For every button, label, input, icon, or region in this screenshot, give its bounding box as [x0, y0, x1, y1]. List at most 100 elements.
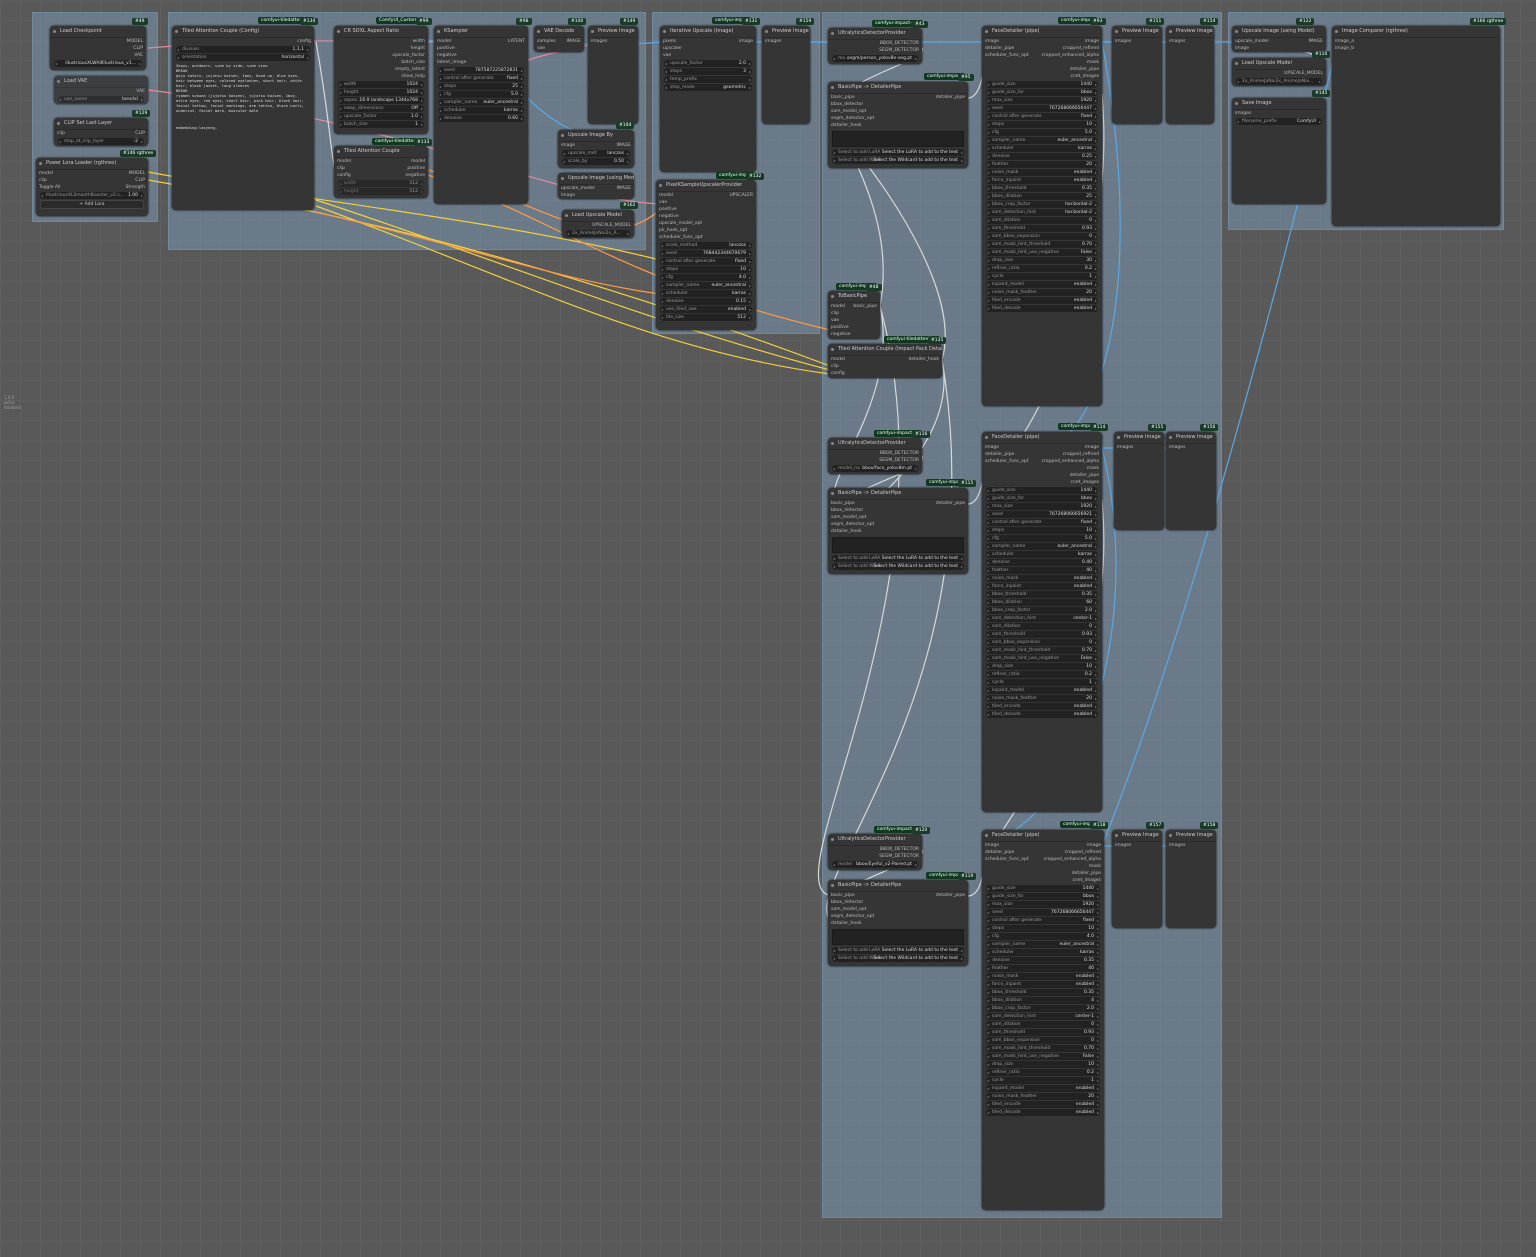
widget-sam-dilation[interactable]: sam_dilation 0 [986, 623, 1098, 630]
output-image[interactable]: image [1085, 444, 1099, 451]
input-image-a[interactable]: image_a [1335, 38, 1354, 45]
node-title[interactable]: BasicPipe -> DetailerPipe [828, 880, 968, 892]
input-positive[interactable]: positive [659, 206, 677, 213]
output-detailer-pipe[interactable]: detailer_pipe [1070, 66, 1099, 73]
input-detailer-pipe[interactable]: detailer_pipe [985, 849, 1014, 856]
toggle-all[interactable]: Toggle All [39, 184, 60, 191]
scale-by-widget[interactable]: scale_by0.50 [562, 158, 630, 165]
tiled-attention-impact-node[interactable]: Tiled Attention Couple (Impact Pack Deta… [828, 344, 942, 378]
output-clip[interactable]: CLIP [135, 177, 145, 184]
wildcard-textarea[interactable] [832, 537, 964, 553]
node-title[interactable]: Preview Image [1112, 830, 1162, 842]
input-vae[interactable]: vae [537, 45, 545, 52]
input-upscale-model[interactable]: upscale_model [1235, 38, 1269, 45]
input-images[interactable]: images [1117, 444, 1133, 451]
widget-seed[interactable]: seed 767268066656921 [986, 511, 1098, 518]
load-upscale-model-node[interactable]: Load Upscale Model UPSCALE_MODEL 2x_Anim… [562, 210, 634, 238]
output-clip[interactable]: CLIP [133, 45, 143, 52]
model-name-widget[interactable]: 2x_AnimeJaNai2x_AnimeJaNai... [1236, 78, 1322, 85]
widget-bbox-threshold[interactable]: bbox_threshold 0.35 [986, 989, 1100, 996]
preview-image-node[interactable]: Preview Image images [1112, 26, 1162, 124]
input-images[interactable]: images [1235, 110, 1251, 117]
preview-image-node[interactable]: Preview Image images [1114, 432, 1164, 530]
output-mask[interactable]: mask [1089, 863, 1101, 870]
output-cropped-enhanced-alpha[interactable]: cropped_enhanced_alpha [1042, 52, 1099, 59]
widget-sam-mask-hint-threshold[interactable]: sam_mask_hint_threshold 0.70 [986, 647, 1098, 654]
tile-size-widget[interactable]: tile_size512 [660, 314, 752, 321]
widget-cfg[interactable]: cfg 5.0 [986, 535, 1098, 542]
node-title[interactable]: Preview Image [1166, 830, 1216, 842]
widget-sam-bbox-expansion[interactable]: sam_bbox_expansion 0 [986, 1037, 1100, 1044]
output-segm-detector[interactable]: SEGM_DETECTOR [879, 853, 919, 860]
output-cnet-images[interactable]: cnet_images [1071, 479, 1099, 486]
widget-denoise[interactable]: denoise 0.40 [986, 559, 1098, 566]
positive-prompt-textarea[interactable]: 2boys, outdoors, side by side, side view… [176, 63, 310, 123]
output-cnet-images[interactable]: cnet_images [1073, 877, 1101, 884]
widget-sampler-name[interactable]: sampler_name euler_ancestral [986, 941, 1100, 948]
tiled-attention-config-node[interactable]: Tiled Attention Couple (Config) config d… [172, 26, 314, 210]
widget-sam-mask-hint-use-negative[interactable]: sam_mask_hint_use_negative False [986, 1053, 1100, 1060]
input-clip[interactable]: clip [337, 165, 345, 172]
widget-cycle[interactable]: cycle 1 [986, 679, 1098, 686]
widget-cycle[interactable]: cycle 1 [986, 1077, 1100, 1084]
scale-method-widget[interactable]: scale_methodlanczos [660, 242, 752, 249]
negative-prompt-textarea[interactable]: embedding:lazyneg, [176, 125, 310, 165]
widget-sam-threshold[interactable]: sam_threshold 0.93 [986, 631, 1098, 638]
output-detailer-pipe[interactable]: detailer_pipe [1070, 472, 1099, 479]
basicpipe-to-detailerpipe-node[interactable]: BasicPipe -> DetailerPipe basic_pipe deta… [828, 880, 968, 966]
node-title[interactable]: Load Upscale Model [562, 210, 634, 222]
to-basic-pipe-node[interactable]: ToBasicPipe model basic_pipe clip vae pos… [828, 291, 880, 339]
input-basic-pipe[interactable]: basic_pipe [831, 94, 855, 101]
widget-noise-mask-feather[interactable]: noise_mask_feather 20 [986, 695, 1098, 702]
node-title[interactable]: FaceDetailer (pipe) [982, 26, 1102, 38]
output-detailer-hook[interactable]: detailer_hook [909, 356, 939, 363]
output-vae[interactable]: VAE [136, 88, 145, 95]
input-detailer-pipe[interactable]: detailer_pipe [985, 451, 1014, 458]
output-upscaler[interactable]: UPSCALER [729, 192, 753, 199]
ultralytics-detector-node[interactable]: UltralyticsDetectorProvider BBOX_DETECTO… [828, 28, 922, 64]
widget-sam-threshold[interactable]: sam_threshold 0.93 [986, 225, 1098, 232]
output-image[interactable]: IMAGE [616, 185, 631, 192]
widget-sam-dilation[interactable]: sam_dilation 0 [986, 1021, 1100, 1028]
widget-control-after-generate[interactable]: control after generate fixed [986, 113, 1098, 120]
widget-sam-detection-hint[interactable]: sam_detection_hint center-1 [986, 1013, 1100, 1020]
node-title[interactable]: FaceDetailer (pipe) [982, 432, 1102, 444]
batch-size-widget[interactable]: batch_size1 [338, 121, 424, 128]
input-clip[interactable]: clip [39, 177, 47, 184]
save-image-node[interactable]: Save Image images filename_prefixComfyUI [1232, 98, 1326, 204]
ultralytics-detector-node[interactable]: UltralyticsDetectorProvider BBOX_DETECTO… [828, 834, 922, 870]
input-image[interactable]: image [1235, 45, 1249, 52]
widget-cfg[interactable]: cfg 4.0 [986, 933, 1100, 940]
output-upscale-model[interactable]: UPSCALE_MODEL [1284, 70, 1323, 77]
steps-widget[interactable]: steps10 [660, 266, 752, 273]
input-negative[interactable]: negative [831, 331, 851, 338]
scheduler-widget[interactable]: schedulerkarras [438, 107, 524, 114]
input-detailer-hook[interactable]: detailer_hook [831, 528, 861, 535]
widget-sam-mask-hint-use-negative[interactable]: sam_mask_hint_use_negative False [986, 655, 1098, 662]
widget-sam-detection-hint[interactable]: sam_detection_hint horizontal-2 [986, 209, 1098, 216]
input-vae[interactable]: vae [663, 52, 671, 59]
widget-feather[interactable]: feather 40 [986, 965, 1100, 972]
widget-bbox-crop-factor[interactable]: bbox_crop_factor 2.0 [986, 607, 1098, 614]
output-bbox-detector[interactable]: BBOX_DETECTOR [880, 846, 919, 853]
widget-force-inpaint[interactable]: force_inpaint enabled [986, 583, 1098, 590]
select-lora-widget[interactable]: Select to add LoRASelect the LoRA to add… [832, 947, 964, 954]
widget-bbox-crop-factor[interactable]: bbox_crop_factor horizontal-2 [986, 201, 1098, 208]
orientation-widget[interactable]: orientationhorizontal [176, 54, 310, 61]
widget-sampler-name[interactable]: sampler_name euler_ancestral [986, 137, 1098, 144]
load-vae-node[interactable]: Load VAE VAE vae_nametaesdxl [54, 76, 148, 104]
node-title[interactable]: PixelKSampleUpscalerProvider [656, 180, 756, 192]
widget-noise-mask[interactable]: noise_mask enabled [986, 169, 1098, 176]
input-image[interactable]: image [985, 842, 999, 849]
input-bbox-detector[interactable]: bbox_detector [831, 899, 863, 906]
widget-tiled-decode[interactable]: tiled_decode enabled [986, 1109, 1100, 1116]
height-widget[interactable]: height512 [338, 188, 424, 195]
widget-force-inpaint[interactable]: force_inpaint enabled [986, 177, 1098, 184]
wildcard-textarea[interactable] [832, 929, 964, 945]
input-upscale-model[interactable]: upscale_model [561, 185, 595, 192]
input-detailer-hook[interactable]: detailer_hook [831, 122, 861, 129]
ultralytics-detector-node[interactable]: UltralyticsDetectorProvider BBOX_DETECTO… [828, 438, 922, 474]
select-wildcard-widget[interactable]: Select to add WildcSelect the Wildcard t… [832, 563, 964, 570]
widget-tiled-encode[interactable]: tiled_encode enabled [986, 703, 1098, 710]
output-positive[interactable]: positive [407, 165, 425, 172]
